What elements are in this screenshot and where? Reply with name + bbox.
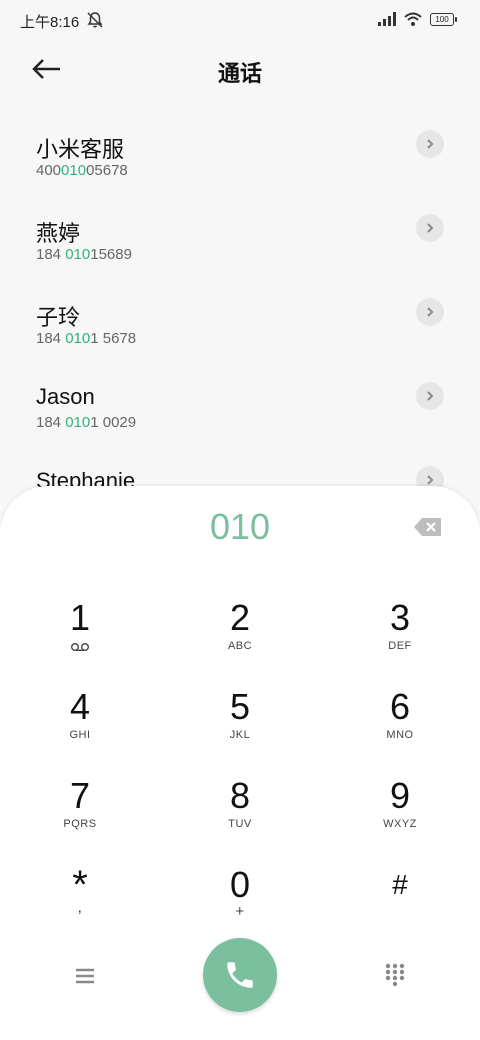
chevron-right-icon[interactable] (416, 214, 444, 242)
battery-icon: 100 (430, 12, 457, 26)
voicemail-icon (71, 643, 89, 652)
key-5[interactable]: 5 JKL (180, 687, 300, 767)
dialer-actions (0, 938, 480, 1018)
contact-number: 40001005678 (36, 162, 128, 179)
contact-name: 燕婷 (36, 221, 81, 246)
contact-number: 184 0101 5678 (36, 330, 137, 347)
key-3[interactable]: 3 DEF (340, 598, 460, 678)
list-item[interactable]: 燕婷 184 01015689 (0, 196, 480, 280)
chevron-right-icon[interactable] (416, 130, 444, 158)
key-1[interactable]: 1 (20, 598, 140, 678)
key-8[interactable]: 8 TUV (180, 776, 300, 856)
contact-name: 子玲 (36, 305, 81, 330)
call-button[interactable] (203, 938, 277, 1012)
list-item[interactable]: Jason 184 0101 0029 (0, 364, 480, 448)
list-item[interactable]: 子玲 184 0101 5678 (0, 280, 480, 364)
backspace-icon[interactable] (413, 516, 443, 538)
list-item[interactable]: 小米客服 40001005678 (0, 112, 480, 196)
chevron-right-icon[interactable] (416, 298, 444, 326)
contact-list: 小米客服 40001005678 燕婷 184 01015689 子玲 184 … (0, 112, 480, 532)
header: 通话 (0, 46, 480, 94)
status-time: 上午8:16 (20, 14, 80, 31)
key-7[interactable]: 7 PQRS (20, 776, 140, 856)
menu-icon[interactable] (72, 964, 98, 988)
signal-icon (378, 12, 396, 26)
key-4[interactable]: 4 GHI (20, 687, 140, 767)
phone-icon (227, 962, 253, 988)
dialpad-icon[interactable] (384, 962, 406, 988)
contact-name: 小米客服 (36, 137, 125, 162)
status-icons: 100 (378, 12, 457, 26)
contact-number: 184 0101 0029 (36, 414, 137, 431)
bell-off-icon (87, 12, 103, 28)
page-title: 通话 (217, 62, 262, 87)
key-hash[interactable]: # (340, 865, 460, 945)
contact-number: 184 01015689 (36, 246, 132, 263)
key-0[interactable]: 0 + (180, 865, 300, 945)
key-2[interactable]: 2 ABC (180, 598, 300, 678)
chevron-right-icon[interactable] (416, 382, 444, 410)
battery-level: 100 (435, 14, 449, 24)
key-star[interactable]: * , (20, 865, 140, 945)
wifi-icon (404, 12, 422, 26)
dialpad-panel: 010 1 2 ABC 3 DEF 4 GHI 5 JKL 6 MNO 7 PQ… (0, 486, 480, 1040)
status-bar: 上午8:16 100 (0, 0, 480, 40)
key-6[interactable]: 6 MNO (340, 687, 460, 767)
entered-number: 010 (209, 506, 271, 547)
key-9[interactable]: 9 WXYZ (340, 776, 460, 856)
contact-name: Jason (36, 384, 95, 409)
